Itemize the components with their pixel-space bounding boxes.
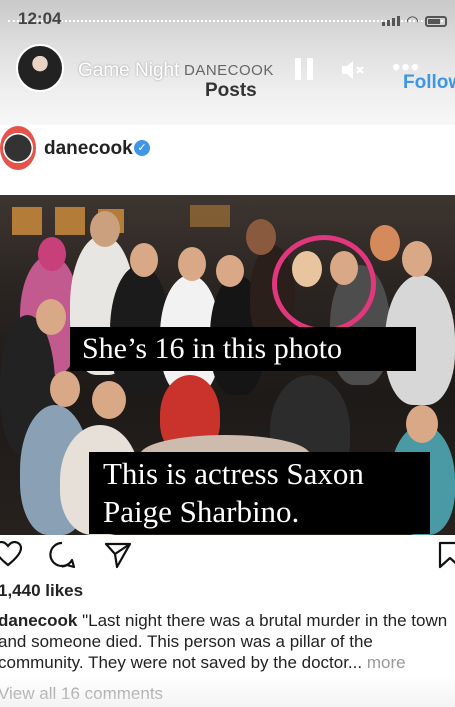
caption-username[interactable]: danecook [0,611,77,630]
person-head [36,299,66,335]
person-head [38,237,66,271]
highlight-circle [272,235,376,333]
background-window [12,207,42,235]
view-comments-link[interactable]: View all 16 comments [0,684,163,704]
person-head [402,241,432,277]
likes-count[interactable]: 1,440 likes [0,581,83,601]
post-avatar[interactable] [0,126,36,170]
follow-button[interactable]: Follow [403,72,455,94]
bookmark-icon[interactable] [438,541,455,569]
person-head [50,371,80,407]
posts-label: Posts [205,80,257,101]
background-window [190,205,230,227]
photo-caption-name-line2: Paige Sharbino. [103,494,300,529]
post-caption: danecook "Last night there was a brutal … [0,610,455,673]
posts-owner: DANECOOK [184,62,274,79]
pause-icon[interactable] [294,58,314,80]
status-icons: ◠ [381,12,447,30]
post-photo[interactable]: She’s 16 in this photo This is actress S… [0,195,455,535]
post-actions [0,535,455,575]
person-head [406,405,438,443]
person-head [178,247,206,281]
more-link[interactable]: more [367,653,406,672]
photo-caption-name-line1: This is actress Saxon [103,456,364,491]
person-head [92,381,126,419]
heart-icon[interactable] [0,540,23,567]
person-head [370,225,400,261]
verified-icon: ✓ [134,140,150,156]
photo-caption-age: She’s 16 in this photo [70,327,416,371]
signal-icon [381,16,400,26]
story-avatar[interactable] [16,44,64,92]
person-head [130,243,158,277]
post-username[interactable]: danecook [44,138,133,160]
person-head [216,255,244,287]
battery-icon [425,15,447,27]
share-icon[interactable] [104,541,132,569]
background-window [55,207,85,235]
wifi-icon: ◠ [405,13,419,30]
comment-icon[interactable] [48,541,76,569]
status-time: 12:04 [18,9,62,28]
mute-icon[interactable] [340,58,366,82]
story-title[interactable]: Game Night [78,60,179,82]
photo-caption-name: This is actress Saxon Paige Sharbino. [89,452,430,534]
person-head [246,219,276,255]
person-head [90,211,120,247]
